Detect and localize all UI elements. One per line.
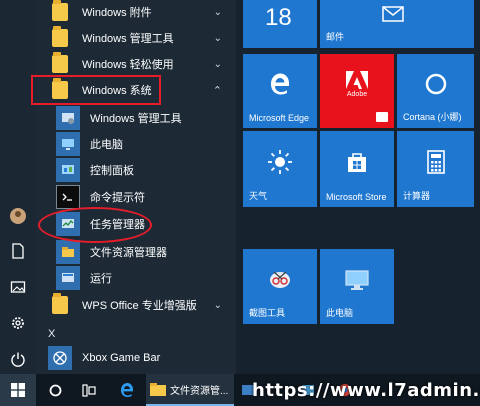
app-xbox-game-bar[interactable]: Xbox Game Bar [36, 342, 236, 374]
chevron-down-icon: ⌄ [213, 58, 222, 70]
cortana-icon [397, 54, 474, 114]
adobe-logo: Adobe [320, 54, 394, 114]
app-label: 控制面板 [90, 165, 134, 177]
taskbar-file-explorer-button[interactable]: 文件资源管... [146, 374, 234, 406]
tile-label: Microsoft Store [326, 192, 387, 202]
app-label: Xbox Game Bar [82, 352, 161, 364]
chevron-down-icon: ⌄ [213, 6, 222, 18]
start-button[interactable] [0, 374, 36, 406]
tile-cortana[interactable]: Cortana (小娜) [397, 54, 474, 128]
app-list: Windows 附件 ⌄ Windows 管理工具 ⌄ Windows 轻松使用… [36, 0, 236, 374]
app-label: Windows 管理工具 [82, 33, 174, 45]
cortana-circle-icon [49, 384, 61, 396]
watermark-text: https://www.l7admin.cc [252, 380, 480, 401]
app-label: Windows 附件 [82, 7, 152, 19]
tile-microsoft-edge[interactable]: Microsoft Edge [243, 54, 317, 128]
task-view-button[interactable] [78, 374, 100, 406]
chevron-down-icon: ⌄ [213, 32, 222, 44]
taskbar-edge-button[interactable] [112, 374, 142, 406]
tile-label: 天气 [249, 191, 268, 201]
adobe-wordmark: Adobe [346, 90, 368, 98]
calculator-icon [397, 131, 474, 193]
tile-snipping-tool[interactable]: 截图工具 [243, 249, 317, 324]
annotation-highlight-rectangle [31, 75, 161, 105]
letter-label: X [48, 328, 56, 340]
taskbar-label: 文件资源管... [170, 385, 229, 397]
computer-icon [56, 132, 80, 156]
calendar-day: 18 [265, 4, 292, 31]
folder-icon [48, 52, 72, 76]
app-label: Windows 轻松使用 [82, 59, 174, 71]
chevron-up-icon: ⌃ [212, 84, 222, 97]
tile-this-pc[interactable]: 此电脑 [320, 249, 394, 324]
app-label: WPS Office 专业增强版 [82, 300, 197, 312]
documents-icon[interactable] [8, 241, 28, 261]
sun-icon [243, 131, 317, 193]
app-label: 命令提示符 [90, 192, 145, 204]
user-avatar-icon[interactable] [8, 206, 28, 226]
tile-calendar[interactable]: 18 [243, 0, 317, 48]
power-icon[interactable] [8, 349, 28, 369]
control-panel-icon [56, 158, 80, 182]
xbox-icon [48, 346, 72, 370]
tile-calculator[interactable]: 计算器 [397, 131, 474, 207]
run-icon [56, 266, 80, 290]
app-label: 运行 [90, 273, 112, 285]
app-label: Windows 管理工具 [90, 113, 182, 125]
annotation-highlight-ellipse [38, 207, 152, 243]
tile-microsoft-store[interactable]: Microsoft Store [320, 131, 394, 207]
start-left-rail [0, 0, 36, 374]
chevron-down-icon: ⌄ [213, 299, 222, 311]
tile-adobe[interactable]: Adobe [320, 54, 394, 128]
folder-icon [48, 26, 72, 50]
tile-label: Cortana (小娜) [403, 112, 462, 122]
tile-label: 计算器 [403, 191, 431, 201]
edge-icon [121, 383, 133, 397]
app-label: 文件资源管理器 [90, 247, 167, 259]
settings-gear-icon[interactable] [8, 313, 28, 333]
computer-icon [320, 249, 394, 310]
app-label: 此电脑 [90, 139, 123, 151]
image-badge-icon [376, 112, 388, 122]
app-folder-wps-office[interactable]: WPS Office 专业增强版 ⌄ [36, 289, 236, 321]
admin-tools-icon [56, 106, 80, 130]
folder-icon [48, 293, 72, 317]
tile-weather[interactable]: 天气 [243, 131, 317, 207]
command-prompt-icon [56, 185, 80, 209]
tile-label: 截图工具 [249, 308, 286, 318]
folder-icon [48, 0, 72, 24]
task-view-icon [82, 383, 96, 397]
tile-label: 邮件 [326, 32, 345, 42]
tile-label: Microsoft Edge [249, 113, 310, 123]
file-explorer-icon [56, 240, 80, 264]
pictures-icon[interactable] [8, 277, 28, 297]
mail-icon [382, 6, 404, 27]
edge-icon [243, 54, 317, 114]
tile-label: 此电脑 [326, 308, 354, 318]
windows-logo-icon [11, 383, 25, 397]
store-bag-icon [320, 131, 394, 193]
folder-icon [150, 383, 166, 396]
tile-mail[interactable]: 邮件 [320, 0, 474, 48]
snipping-tool-icon [243, 249, 317, 310]
cortana-search-button[interactable] [44, 374, 66, 406]
